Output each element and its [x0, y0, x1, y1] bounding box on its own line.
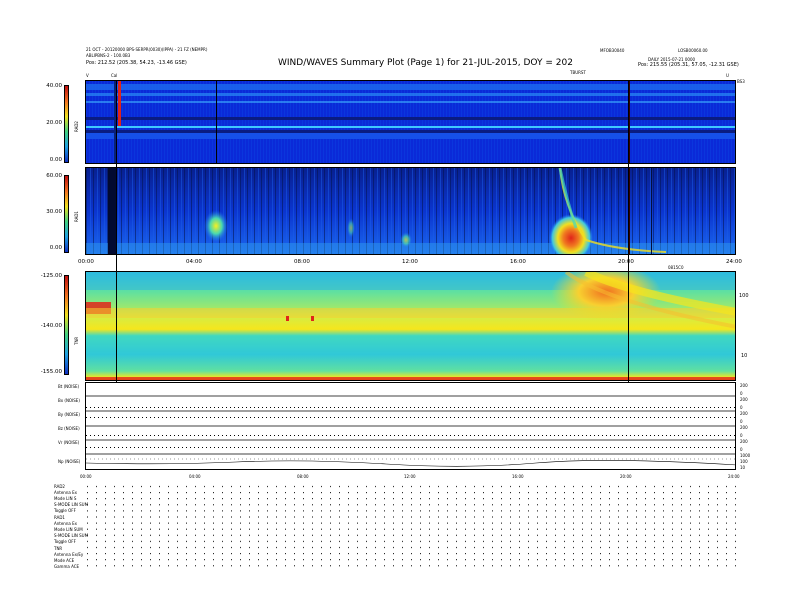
time-label-0000: 00:00 [78, 259, 94, 265]
time-label-0400: 04:00 [186, 259, 202, 265]
time-label-low-1600: 16:00 [512, 474, 524, 479]
param-rad1-header: RAD1 [54, 515, 65, 520]
param-rad1-smode: S-MODE LIN SUM [54, 533, 89, 538]
rad2-cal-spike [118, 81, 121, 126]
aux-label-bt: Bt (NOISE) [58, 384, 80, 389]
tnr-tick-top: -125.00 [40, 273, 62, 279]
aux-tick-bt-bottom: 0 [740, 391, 743, 396]
param-tnr-mode: Mode ACE [54, 558, 75, 563]
rad2-colorbar [64, 85, 69, 163]
time-label-low-1200: 12:00 [404, 474, 416, 479]
aux-tick-np-100: 100 [740, 459, 748, 464]
rad1-colorbar [64, 175, 69, 253]
rad2-spectrogram [85, 80, 736, 164]
time-label-1600: 16:00 [510, 259, 526, 265]
param-tnr-gamma: Gamma ACE [54, 564, 80, 569]
corner-cal: Cal [111, 73, 118, 78]
header-code-right: LOSB00060.00 [678, 48, 708, 53]
plot-title: WIND/WAVES Summary Plot (Page 1) for 21-… [278, 58, 573, 68]
corner-far: BS3 [737, 79, 745, 84]
rad1-texture [86, 168, 735, 254]
aux-tick-vr-top: 200 [740, 439, 748, 444]
header-position-right: Pos: 215.55 (205.31, 57.05, -12.31 GSE) [638, 62, 739, 68]
aux-tick-by-top: 200 [740, 411, 748, 416]
time-label-low-0000: 00:00 [80, 474, 92, 479]
aux-tick-bz-bottom: 0 [740, 433, 743, 438]
time-label-0800: 08:00 [294, 259, 310, 265]
aux-tick-vr-bottom: 0 [740, 447, 743, 452]
tnr-label: TNR [74, 336, 79, 345]
corner-v-right: U [726, 73, 729, 78]
tnr-tick-mid: -140.00 [40, 323, 62, 329]
time-label-2000: 20:00 [618, 259, 634, 265]
rad1-tick-bottom: 0.00 [49, 245, 62, 251]
time-label-low-2400: 24:00 [728, 474, 740, 479]
marker-line-cal [116, 80, 117, 382]
header-info-line1: 21 OCT - 20120000 BPS-SERPR(0030)(IPPA) … [86, 47, 208, 52]
rad1-tick-top: 60.00 [46, 173, 62, 179]
aux-lines [86, 392, 735, 467]
tnr-colorbar [64, 275, 69, 375]
aux-tick-np-1000: 1000 [740, 453, 751, 458]
rad2-tick-top: 40.00 [46, 83, 62, 89]
param-rad2-antenna: Antenna Ex [54, 490, 77, 495]
marker-line-2000 [628, 80, 629, 382]
param-rad2-toggle: Toggle OFF [54, 508, 76, 513]
tnr-right-tick-100: 100 [739, 293, 749, 299]
param-rad1-toggle: Toggle OFF [54, 539, 76, 544]
header-info-line2: ABLIPBNS-2 - 100.0B3 [86, 53, 131, 58]
param-rad2-smode: S-MODE LIN SUM [54, 502, 89, 507]
aux-label-by: By (NOISE) [58, 412, 80, 417]
header-tburst: TBURST [570, 70, 586, 75]
tnr-tick-bottom: -155.00 [40, 369, 62, 375]
time-label-low-0800: 08:00 [297, 474, 309, 479]
aux-panel [85, 382, 736, 470]
param-rad1-mode: Mode LIN SUM [54, 527, 83, 532]
tnr-spectrogram [85, 271, 736, 381]
aux-tick-bx-top: 200 [740, 397, 748, 402]
aux-label-vr: Vr (NOISE) [58, 440, 80, 445]
time-label-low-2000: 20:00 [620, 474, 632, 479]
aux-tick-bx-bottom: 0 [740, 405, 743, 410]
header-position-left: Pos: 212.52 (205.38, 54.23, -13.46 GSE) [86, 60, 187, 66]
aux-tick-by-bottom: 0 [740, 419, 743, 424]
aux-label-np: Np (NOISE) [58, 459, 81, 464]
aux-tick-bz-top: 200 [740, 425, 748, 430]
corner-v-left: V [86, 73, 89, 78]
rad1-tick-mid: 30.00 [46, 209, 62, 215]
rad1-dark-band [108, 168, 116, 254]
rad2-tick-mid: 20.00 [46, 120, 62, 126]
param-tnr-header: TNR [54, 546, 63, 551]
param-tnr-antenna: Antenna Ex/Ey [54, 552, 84, 557]
aux-label-bx: Bx (NOISE) [58, 398, 80, 403]
rad2-label: RAD2 [74, 121, 79, 132]
aux-tick-bt-top: 200 [740, 383, 748, 388]
rad1-burst-0450 [204, 210, 228, 242]
time-label-2400: 24:00 [726, 259, 742, 265]
rad2-tick-bottom: 0.00 [49, 157, 62, 163]
header-code-mid: MFOB30040 [600, 48, 625, 53]
param-rad2-mode: Mode LIN S [54, 496, 77, 501]
param-rad2-header: RAD2 [54, 484, 65, 489]
tnr-texture [86, 272, 735, 380]
time-label-low-0400: 04:00 [189, 474, 201, 479]
tnr-right-tick-10: 10 [741, 353, 748, 359]
parameter-dot-grid [85, 484, 736, 568]
param-rad1-antenna: Antenna Ex [54, 521, 77, 526]
marker-line-0445 [216, 80, 217, 164]
time-axis-extra: 0815C0 [668, 265, 684, 270]
time-label-1200: 12:00 [402, 259, 418, 265]
aux-tick-np-10: 10 [740, 465, 746, 470]
rad1-spectrogram [85, 167, 736, 255]
aux-label-bz: Bz (NOISE) [58, 426, 80, 431]
rad2-texture [86, 81, 735, 163]
rad1-label: RAD1 [74, 211, 79, 222]
